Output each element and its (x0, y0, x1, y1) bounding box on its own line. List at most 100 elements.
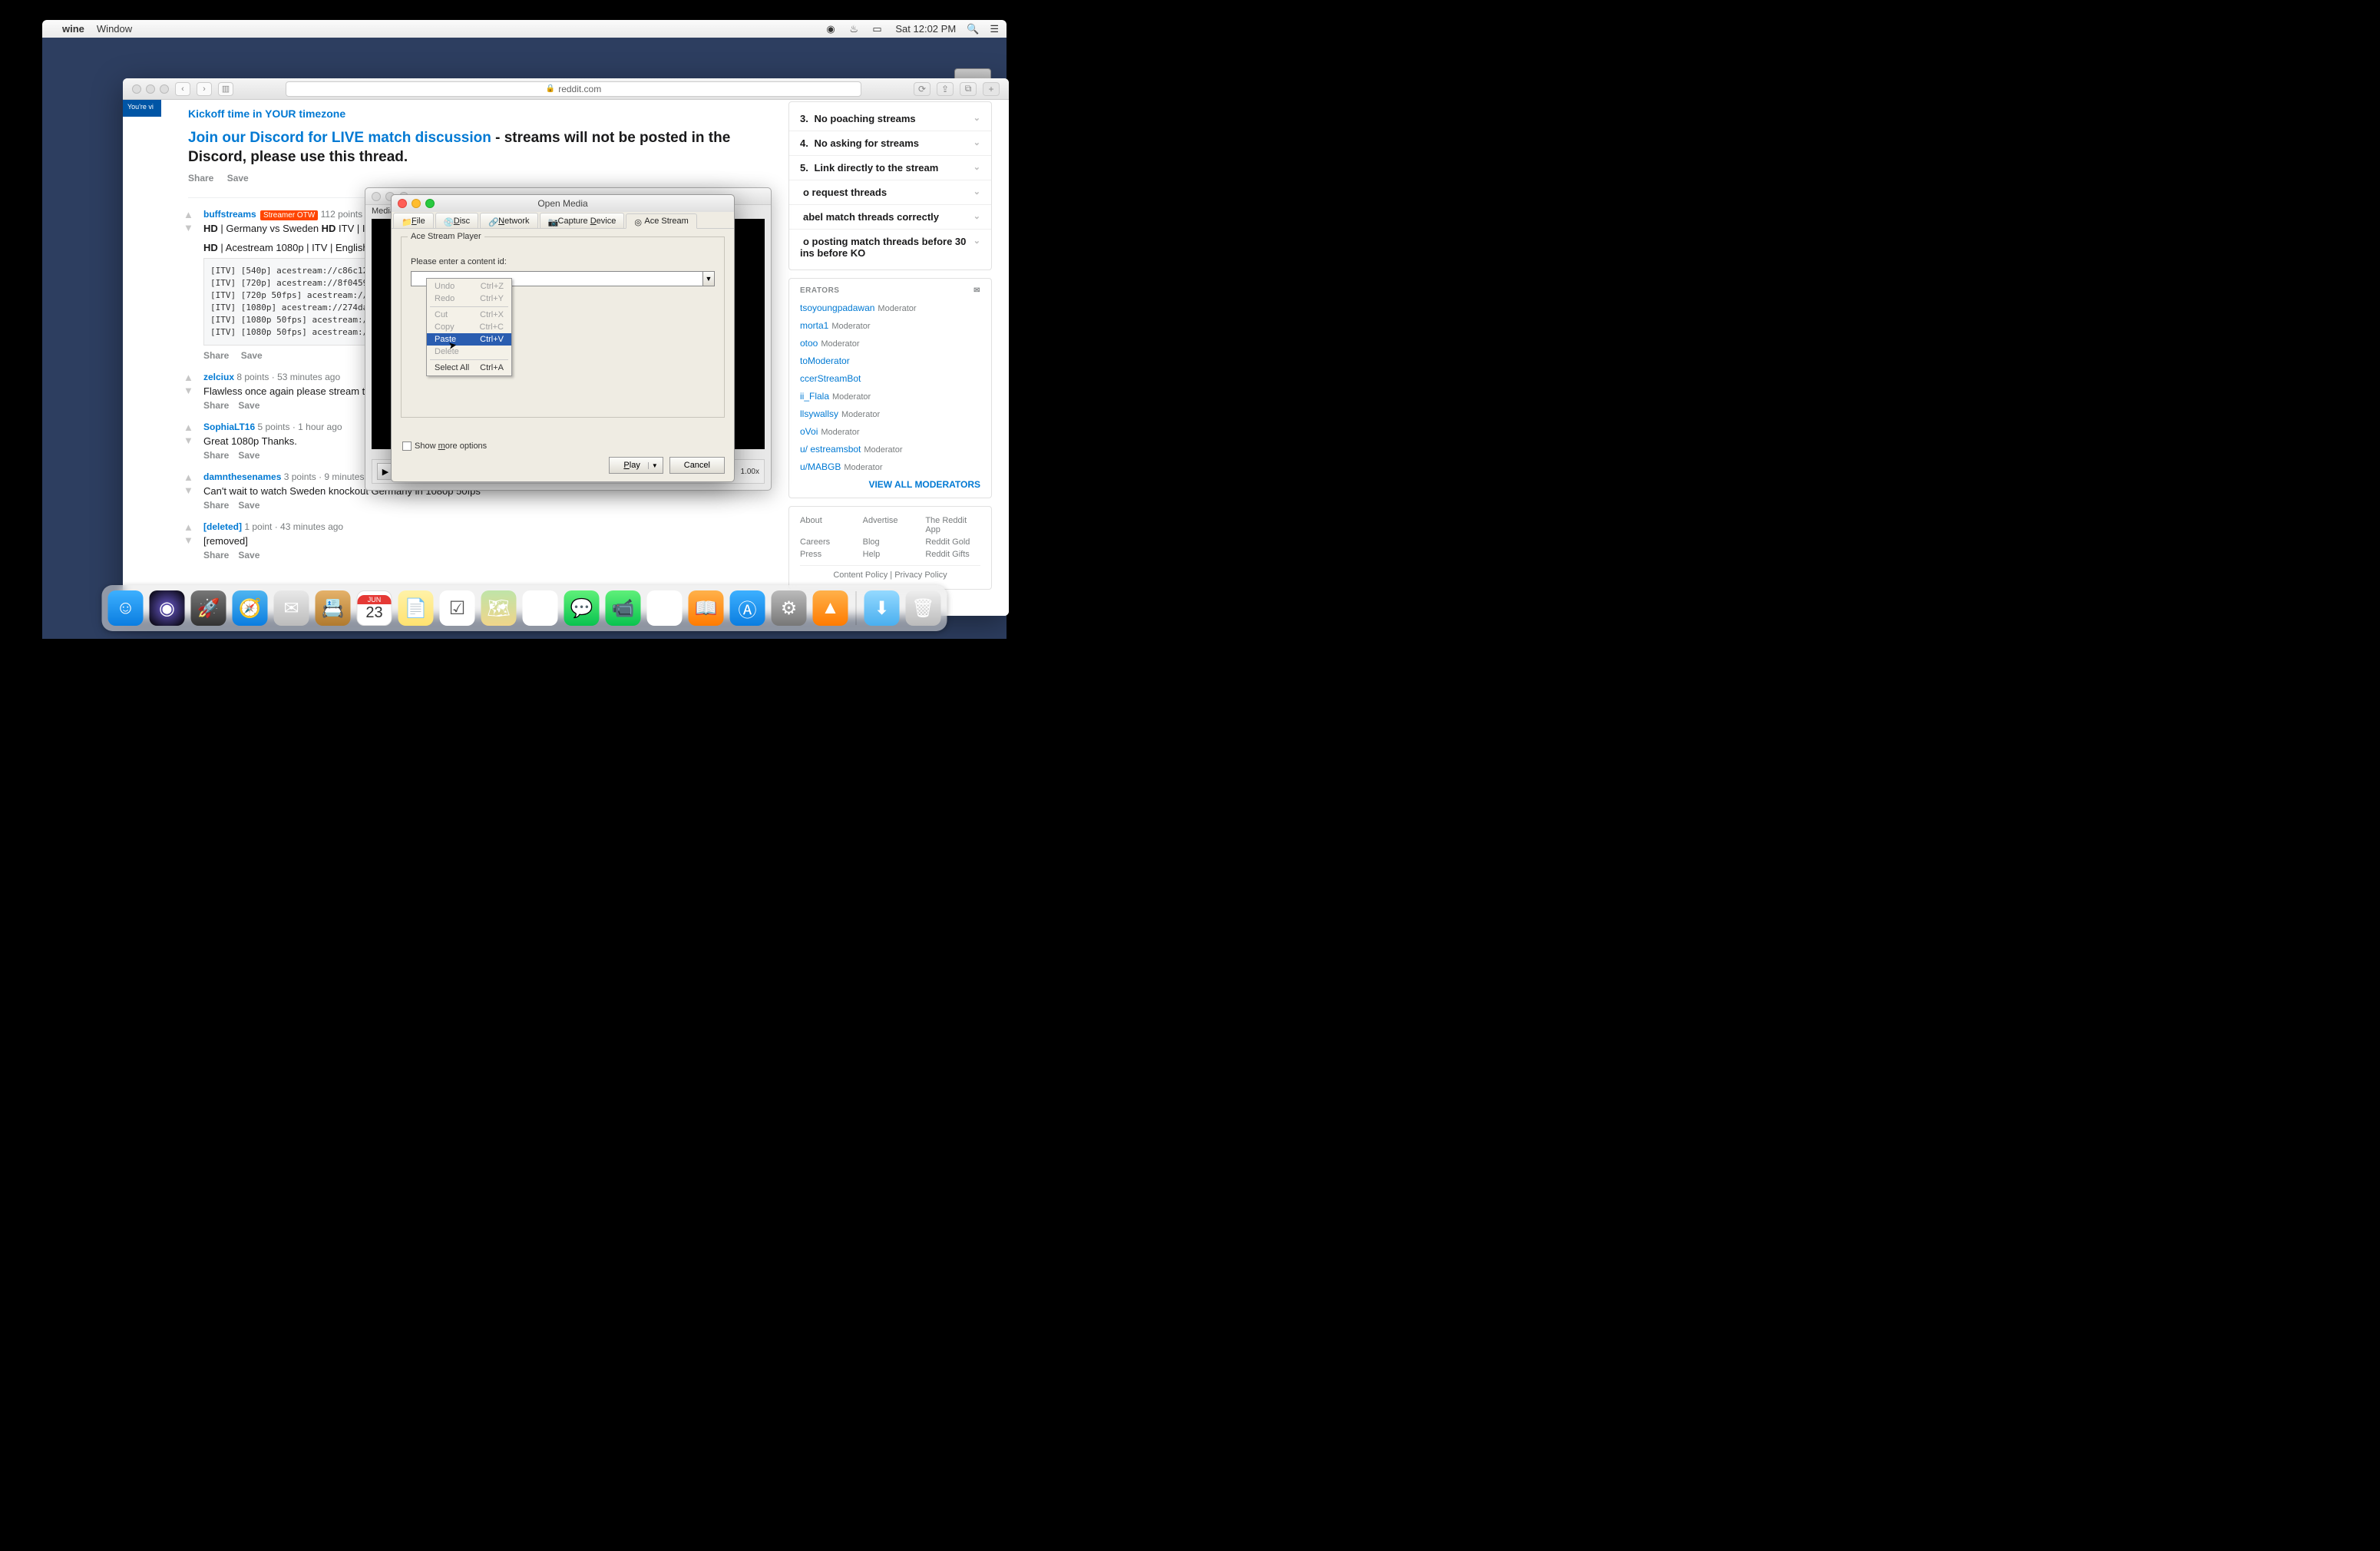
comment-save[interactable]: Save (238, 550, 259, 561)
discord-link[interactable]: Join our Discord for LIVE match discussi… (188, 130, 491, 146)
comment-share[interactable]: Share (203, 400, 229, 411)
cancel-button[interactable]: Cancel (669, 457, 725, 474)
address-bar[interactable]: 🔒 reddit.com (286, 81, 861, 97)
tab-file[interactable]: 📁File (393, 213, 434, 228)
rule-item[interactable]: abel match threads correctly⌄ (789, 205, 991, 230)
comment-share[interactable]: Share (203, 550, 229, 561)
tab-disc[interactable]: 💿Disc (435, 213, 478, 228)
airplay-icon[interactable]: ▭ (872, 23, 884, 35)
moderator-link[interactable]: oVoiModerator (800, 426, 980, 437)
rule-item[interactable]: 3. No poaching streams⌄ (789, 107, 991, 131)
clock[interactable]: Sat 12:02 PM (895, 23, 956, 35)
downvote-icon[interactable]: ▼ (183, 534, 193, 546)
comment-user[interactable]: [deleted] (203, 521, 242, 532)
back-button[interactable]: ‹ (175, 82, 190, 96)
status-icon-1[interactable]: ◉ (826, 23, 838, 35)
comment-share[interactable]: Share (203, 450, 229, 461)
new-tab-button[interactable]: + (983, 82, 1000, 96)
view-all-mods[interactable]: VIEW ALL MODERATORS (800, 479, 980, 490)
dock-safari-icon[interactable]: 🧭 (233, 590, 268, 626)
footer-link[interactable]: Blog (863, 537, 918, 547)
dock-trash-icon[interactable]: 🗑 (906, 590, 941, 626)
comment-save[interactable]: Save (238, 400, 259, 411)
status-icon-2[interactable]: ♨ (849, 23, 861, 35)
comment-user[interactable]: damnthesenames (203, 471, 281, 482)
dock-photos-icon[interactable]: 🏞 (523, 590, 558, 626)
comment-save[interactable]: Save (238, 450, 259, 461)
ctx-select-all[interactable]: Select AllCtrl+A (427, 362, 511, 374)
tab-ace-stream[interactable]: ◎Ace Stream (626, 213, 696, 229)
comment-user[interactable]: buffstreams (203, 209, 256, 220)
dock-contacts-icon[interactable]: 📇 (316, 590, 351, 626)
comment-share[interactable]: Share (203, 500, 229, 511)
dock-appstore-icon[interactable]: Ⓐ (730, 590, 765, 626)
moderator-link[interactable]: llsywallsyModerator (800, 408, 980, 419)
forward-button[interactable]: › (197, 82, 212, 96)
notifications-icon[interactable]: ☰ (990, 23, 999, 35)
dock-finder-icon[interactable]: ☺ (108, 590, 144, 626)
dock-calendar-icon[interactable]: JUN 23 (357, 590, 392, 626)
comment-user[interactable]: zelciux (203, 372, 234, 382)
footer-policies[interactable]: Content Policy | Privacy Policy (800, 565, 980, 580)
dock-notes-icon[interactable]: 📄 (398, 590, 434, 626)
comment-save[interactable]: Save (238, 500, 259, 511)
rule-item[interactable]: 4. No asking for streams⌄ (789, 131, 991, 156)
dock-itunes-icon[interactable]: ♪ (647, 590, 683, 626)
upvote-icon[interactable]: ▲ (183, 372, 193, 383)
footer-link[interactable]: The Reddit App (925, 516, 980, 534)
window-menu[interactable]: Window (97, 23, 132, 35)
post-link-kickoff[interactable]: Kickoff time in YOUR timezone (188, 107, 737, 120)
moderator-link[interactable]: tsoyoungpadawanModerator (800, 303, 980, 313)
footer-link[interactable]: Advertise (863, 516, 918, 534)
moderator-link[interactable]: u/ estreamsbotModerator (800, 444, 980, 455)
footer-link[interactable]: Help (863, 550, 918, 559)
dock-facetime-icon[interactable]: 📹 (606, 590, 641, 626)
upvote-icon[interactable]: ▲ (183, 422, 193, 433)
dock-messages-icon[interactable]: 💬 (564, 590, 600, 626)
reload-button[interactable]: ⟳ (914, 82, 931, 96)
downvote-icon[interactable]: ▼ (183, 385, 193, 396)
post-share[interactable]: Share (188, 173, 213, 184)
post-save[interactable]: Save (227, 173, 249, 184)
play-dropdown-icon[interactable]: ▼ (648, 462, 658, 469)
downvote-icon[interactable]: ▼ (183, 484, 193, 496)
dock-reminders-icon[interactable]: ☑ (440, 590, 475, 626)
downvote-icon[interactable]: ▼ (183, 435, 193, 446)
moderator-link[interactable]: ccerStreamBot (800, 373, 980, 384)
dock-launchpad-icon[interactable]: 🚀 (191, 590, 226, 626)
play-button[interactable]: Play▼ (609, 457, 663, 474)
rule-item[interactable]: o request threads⌄ (789, 180, 991, 205)
upvote-icon[interactable]: ▲ (183, 471, 193, 483)
comment-user[interactable]: SophiaLT16 (203, 422, 255, 432)
moderator-link[interactable]: morta1Moderator (800, 320, 980, 331)
dock-ibooks-icon[interactable]: 📖 (689, 590, 724, 626)
moderator-link[interactable]: toModerator (800, 356, 980, 366)
dock-maps-icon[interactable]: 🗺 (481, 590, 517, 626)
tab-network[interactable]: 🔗Network (480, 213, 537, 228)
moderator-link[interactable]: u/MABGBModerator (800, 461, 980, 472)
dock-downloads-icon[interactable]: ⬇ (864, 590, 900, 626)
dock-mail-icon[interactable]: ✉ (274, 590, 309, 626)
footer-link[interactable]: Careers (800, 537, 855, 547)
message-mods-icon[interactable]: ✉ (973, 286, 980, 295)
tab-capture[interactable]: 📷Capture Device (540, 213, 625, 228)
spotlight-icon[interactable]: 🔍 (967, 23, 979, 35)
comment-share[interactable]: Share (203, 350, 229, 361)
combobox-arrow-icon[interactable]: ▼ (702, 271, 715, 286)
dock-vlc-icon[interactable]: ▲ (813, 590, 848, 626)
share-button[interactable]: ⇪ (937, 82, 954, 96)
rule-item[interactable]: 5. Link directly to the stream⌄ (789, 156, 991, 180)
dock-siri-icon[interactable]: ◉ (150, 590, 185, 626)
show-more-options[interactable]: Show more options (402, 441, 487, 451)
upvote-icon[interactable]: ▲ (183, 521, 193, 533)
upvote-icon[interactable]: ▲ (183, 209, 193, 220)
moderator-link[interactable]: ii_FlalaModerator (800, 391, 980, 402)
comment-save[interactable]: Save (241, 350, 263, 361)
footer-link[interactable]: Reddit Gold (925, 537, 980, 547)
downvote-icon[interactable]: ▼ (183, 222, 193, 233)
window-controls[interactable] (132, 84, 169, 94)
more-options-checkbox[interactable] (402, 441, 412, 451)
moderator-link[interactable]: otooModerator (800, 338, 980, 349)
sidebar-button[interactable]: ▥ (218, 82, 233, 96)
footer-link[interactable]: About (800, 516, 855, 534)
